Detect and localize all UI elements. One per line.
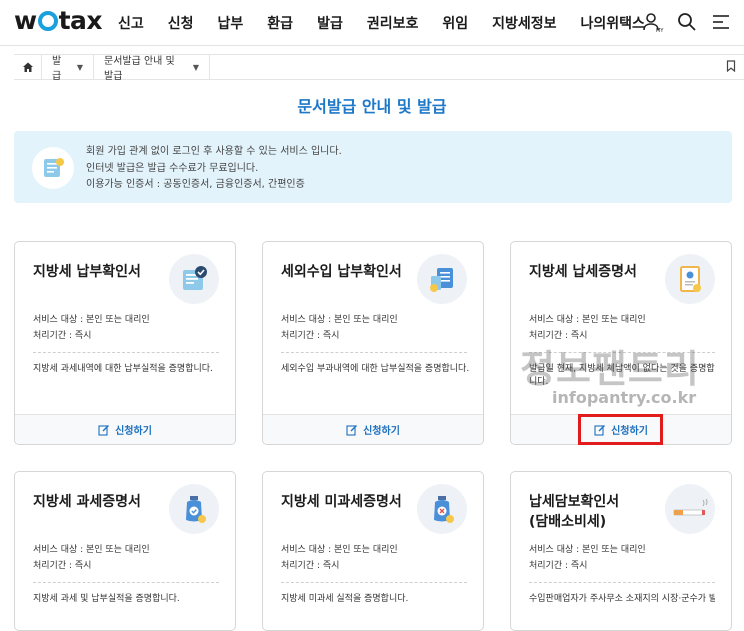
nav-item-my-wetax[interactable]: 나의위택스 <box>581 13 645 33</box>
card-title: 지방세 미과세증명서 <box>281 494 402 510</box>
breadcrumb-label: 문서발급 안내 및 발급 <box>104 56 175 82</box>
card-desc: 지방세 과세내역에 대한 납부실적을 증명합니다. <box>33 364 213 374</box>
card-divider <box>529 582 715 583</box>
breadcrumb-label: 발급 <box>52 56 62 82</box>
card-period: 처리기간 : 즉시 <box>33 561 92 571</box>
card-local-tax-assessment-certificate: 지방세 과세증명서 서비스 대상 : 본인 또는 대리인 처리기간 : 즉시 지… <box>14 471 236 631</box>
edit-icon <box>346 424 358 436</box>
card-target: 서비스 대상 : 본인 또는 대리인 <box>529 315 646 325</box>
card-meta: 서비스 대상 : 본인 또는 대리인 처리기간 : 즉시 <box>33 542 150 574</box>
certificate-icon <box>665 254 715 304</box>
nav-item-rights[interactable]: 권리보호 <box>367 13 419 33</box>
card-target: 서비스 대상 : 본인 또는 대리인 <box>281 545 398 555</box>
scroll-document-icon <box>32 147 74 189</box>
wetax-logo[interactable]: w tax <box>14 6 103 35</box>
card-title: 지방세 납부확인서 <box>33 264 141 280</box>
card-local-tax-non-assessment-certificate: 지방세 미과세증명서 서비스 대상 : 본인 또는 대리인 처리기간 : 즉시 … <box>262 471 484 631</box>
apply-button-label: 신청하기 <box>115 426 152 437</box>
breadcrumb-item-issue[interactable]: 발급 ▼ <box>42 54 94 82</box>
chevron-down-icon: ▼ <box>192 62 199 72</box>
highlight-box <box>578 414 663 445</box>
header-icons: MY <box>642 11 732 33</box>
card-target: 서비스 대상 : 본인 또는 대리인 <box>281 315 398 325</box>
card-divider <box>33 352 219 353</box>
nav-item-delegation[interactable]: 위임 <box>442 13 468 33</box>
card-desc: 지방세 미과세 실적을 증명합니다. <box>281 594 409 604</box>
watermark-url: infopantry.co.kr <box>552 388 697 407</box>
card-period: 처리기간 : 즉시 <box>33 331 92 341</box>
card-tax-collateral-confirmation: 납세담보확인서 (담배소비세) 서비스 대상 : 본인 또는 대리인 처리기간 … <box>510 471 732 631</box>
documents-icon <box>417 254 467 304</box>
card-meta: 서비스 대상 : 본인 또는 대리인 처리기간 : 즉시 <box>281 542 398 574</box>
home-icon[interactable] <box>14 54 42 80</box>
nav-item-report[interactable]: 신고 <box>118 13 144 33</box>
card-divider <box>281 352 467 353</box>
card-period: 처리기간 : 즉시 <box>281 561 340 571</box>
card-divider <box>33 582 219 583</box>
nav-item-payment[interactable]: 납부 <box>218 13 244 33</box>
search-icon[interactable] <box>676 11 698 33</box>
card-meta: 서비스 대상 : 본인 또는 대리인 처리기간 : 즉시 <box>281 312 398 344</box>
card-target: 서비스 대상 : 본인 또는 대리인 <box>33 545 150 555</box>
breadcrumb-item-document-issue[interactable]: 문서발급 안내 및 발급 ▼ <box>94 54 210 82</box>
card-period: 처리기간 : 즉시 <box>281 331 340 341</box>
notice-lines: 회원 가입 관계 없이 로그인 후 사용할 수 있는 서비스 입니다. 인터넷 … <box>86 144 342 194</box>
card-desc: 수입판매업자가 주사무소 소재지의 시장·군수가 발 <box>529 594 715 604</box>
apply-button[interactable]: 신청하기 <box>15 414 235 444</box>
card-desc: 세외수입 부과내역에 대한 납부실적을 증명합니다. <box>281 364 470 374</box>
page-title: 문서발급 안내 및 발급 <box>297 97 447 116</box>
card-meta: 서비스 대상 : 본인 또는 대리인 처리기간 : 즉시 <box>529 542 646 574</box>
menu-icon[interactable] <box>710 11 732 33</box>
nav-item-refund[interactable]: 환급 <box>267 13 293 33</box>
card-title: 세외수입 납부확인서 <box>281 264 402 280</box>
card-desc: 지방세 과세 및 납부실적을 증명합니다. <box>33 594 180 604</box>
apply-button-label: 신청하기 <box>363 426 400 437</box>
card-divider <box>281 582 467 583</box>
nav-item-apply[interactable]: 신청 <box>168 13 194 33</box>
card-non-tax-payment-confirmation: 세외수입 납부확인서 서비스 대상 : 본인 또는 대리인 처리기간 : 즉시 … <box>262 241 484 445</box>
chevron-down-icon: ▼ <box>76 62 83 72</box>
user-icon[interactable]: MY <box>642 11 664 33</box>
notice-line: 인터넷 발급은 발급 수수료가 무료입니다. <box>86 162 259 174</box>
notice-line: 회원 가입 관계 없이 로그인 후 사용할 수 있는 서비스 입니다. <box>86 146 342 157</box>
notice-box: 회원 가입 관계 없이 로그인 후 사용할 수 있는 서비스 입니다. 인터넷 … <box>14 131 732 203</box>
top-header: w tax 신고 신청 납부 환급 발급 권리보호 위임 지방세정보 나의위택스 … <box>0 0 744 46</box>
nav-item-issue[interactable]: 발급 <box>317 13 343 33</box>
card-target: 서비스 대상 : 본인 또는 대리인 <box>33 315 150 325</box>
nav-item-local-tax-info[interactable]: 지방세정보 <box>492 13 556 33</box>
bottle-check-icon <box>169 484 219 534</box>
document-check-icon <box>169 254 219 304</box>
card-period: 처리기간 : 즉시 <box>529 561 588 571</box>
card-meta: 서비스 대상 : 본인 또는 대리인 처리기간 : 즉시 <box>33 312 150 344</box>
main-nav: 신고 신청 납부 환급 발급 권리보호 위임 지방세정보 나의위택스 <box>118 13 669 33</box>
bookmark-icon[interactable] <box>726 59 736 75</box>
card-local-tax-payment-confirmation: 지방세 납부확인서 서비스 대상 : 본인 또는 대리인 처리기간 : 즉시 지… <box>14 241 236 445</box>
card-target: 서비스 대상 : 본인 또는 대리인 <box>529 545 646 555</box>
bottle-x-icon <box>417 484 467 534</box>
apply-button[interactable]: 신청하기 <box>263 414 483 444</box>
card-title: 납세담보확인서 (담배소비세) <box>529 494 620 530</box>
breadcrumb: 발급 ▼ 문서발급 안내 및 발급 ▼ <box>14 54 744 82</box>
logo-e-ring <box>37 11 58 31</box>
cigarette-icon <box>665 484 715 534</box>
edit-icon <box>98 424 110 436</box>
watermark-text: 정보팬트리 <box>520 347 700 391</box>
card-title: 지방세 납세증명서 <box>529 264 637 280</box>
notice-line: 이용가능 인증서 : 공동인증서, 금융인증서, 간편인증 <box>86 179 305 190</box>
card-title: 지방세 과세증명서 <box>33 494 141 510</box>
user-icon-label: MY <box>656 28 664 33</box>
